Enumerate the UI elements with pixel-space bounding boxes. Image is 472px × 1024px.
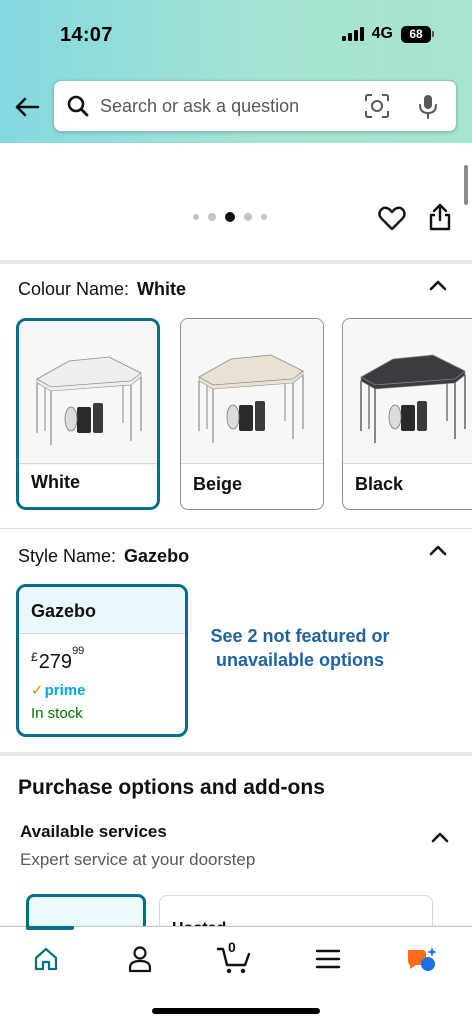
carousel-dots xyxy=(193,212,267,222)
cart-count: 0 xyxy=(228,939,236,955)
colour-name-label: Colour Name: White xyxy=(18,279,186,300)
status-indicators: 4G 68 xyxy=(341,25,434,43)
nav-cart-icon[interactable]: 0 xyxy=(214,939,254,977)
gazebo-bag xyxy=(93,403,103,433)
colour-option-beige[interactable]: Beige xyxy=(180,318,324,510)
available-services-subtitle: Expert service at your doorstep xyxy=(20,850,256,869)
gazebo-bag xyxy=(417,401,427,431)
camera-search-icon[interactable] xyxy=(364,93,390,119)
status-time: 14:07 xyxy=(60,24,113,46)
heart-icon[interactable] xyxy=(378,205,406,231)
battery-level: 68 xyxy=(401,25,431,43)
colour-swatch-image xyxy=(343,319,472,463)
stock-status: In stock xyxy=(31,705,83,722)
battery-icon: 68 xyxy=(401,25,434,43)
prime-check-icon: ✓ xyxy=(31,682,44,699)
style-name-label: Style Name: Gazebo xyxy=(18,546,189,567)
section-divider xyxy=(0,260,472,264)
gazebo-bag xyxy=(77,407,91,433)
nav-rufus-icon[interactable] xyxy=(402,941,442,977)
style-option-title: Gazebo xyxy=(19,587,185,634)
home-indicator xyxy=(152,1008,320,1014)
prime-label: prime xyxy=(44,682,86,699)
gazebo-illustration xyxy=(36,356,142,445)
carousel-dot-active xyxy=(225,212,235,222)
section-divider xyxy=(0,528,472,529)
colour-label-text: Colour Name: xyxy=(18,279,130,299)
nav-menu-icon[interactable] xyxy=(308,941,348,977)
price-whole: 279 xyxy=(38,651,73,673)
gazebo-weights xyxy=(64,406,78,432)
carousel-dot xyxy=(208,213,216,221)
nav-account-icon[interactable] xyxy=(120,941,160,977)
purchase-options-title: Purchase options and add-ons xyxy=(18,776,325,799)
colour-option-white[interactable]: White xyxy=(16,318,160,510)
gazebo-bag xyxy=(255,401,265,431)
nav-active-indicator xyxy=(26,926,74,930)
prime-badge: ✓prime xyxy=(31,681,85,699)
carousel-dot xyxy=(244,213,252,221)
network-label: 4G xyxy=(371,25,393,42)
search-icon xyxy=(67,95,89,117)
colour-option-black[interactable]: Black xyxy=(342,318,472,510)
gazebo-illustration xyxy=(360,354,466,443)
colour-selected-value: White xyxy=(137,279,187,299)
gazebo-bag xyxy=(239,405,253,431)
colour-option-label: Beige xyxy=(193,474,243,494)
colour-swatch-image xyxy=(181,319,323,463)
price-currency: £ xyxy=(31,650,38,664)
nav-home-icon[interactable] xyxy=(26,941,66,977)
signal-icon xyxy=(341,27,364,41)
share-icon[interactable] xyxy=(428,203,452,231)
price: £27999 xyxy=(31,645,84,674)
microphone-icon[interactable] xyxy=(416,93,440,119)
style-selected-value: Gazebo xyxy=(124,546,190,566)
colour-collapse-chevron-icon[interactable] xyxy=(428,278,448,292)
colour-option-label: Black xyxy=(355,474,404,494)
services-collapse-chevron-icon[interactable] xyxy=(430,830,450,844)
gazebo-weights xyxy=(226,404,240,430)
available-services-title: Available services xyxy=(20,822,167,841)
colour-swatch-image xyxy=(19,321,157,465)
gazebo-weights xyxy=(388,404,402,430)
gazebo-bag xyxy=(401,405,415,431)
see-more-options-link[interactable]: See 2 not featured or unavailable option… xyxy=(210,624,390,672)
section-divider xyxy=(0,752,472,756)
carousel-dot xyxy=(261,214,267,220)
product-image-gallery[interactable] xyxy=(0,143,472,261)
style-label-text: Style Name: xyxy=(18,546,117,566)
back-arrow-icon[interactable] xyxy=(12,92,42,122)
carousel-dot xyxy=(193,214,199,220)
search-input[interactable]: Search or ask a question xyxy=(53,80,457,132)
app-header: 14:07 4G 68 Search or ask a question xyxy=(0,0,472,143)
colour-option-label: White xyxy=(31,472,80,492)
gazebo-illustration xyxy=(198,354,304,443)
search-placeholder: Search or ask a question xyxy=(100,95,300,116)
style-option-gazebo[interactable]: Gazebo £27999 ✓prime In stock xyxy=(16,584,188,737)
style-collapse-chevron-icon[interactable] xyxy=(428,543,448,557)
scrollbar xyxy=(464,165,468,205)
price-fraction: 99 xyxy=(72,645,85,658)
